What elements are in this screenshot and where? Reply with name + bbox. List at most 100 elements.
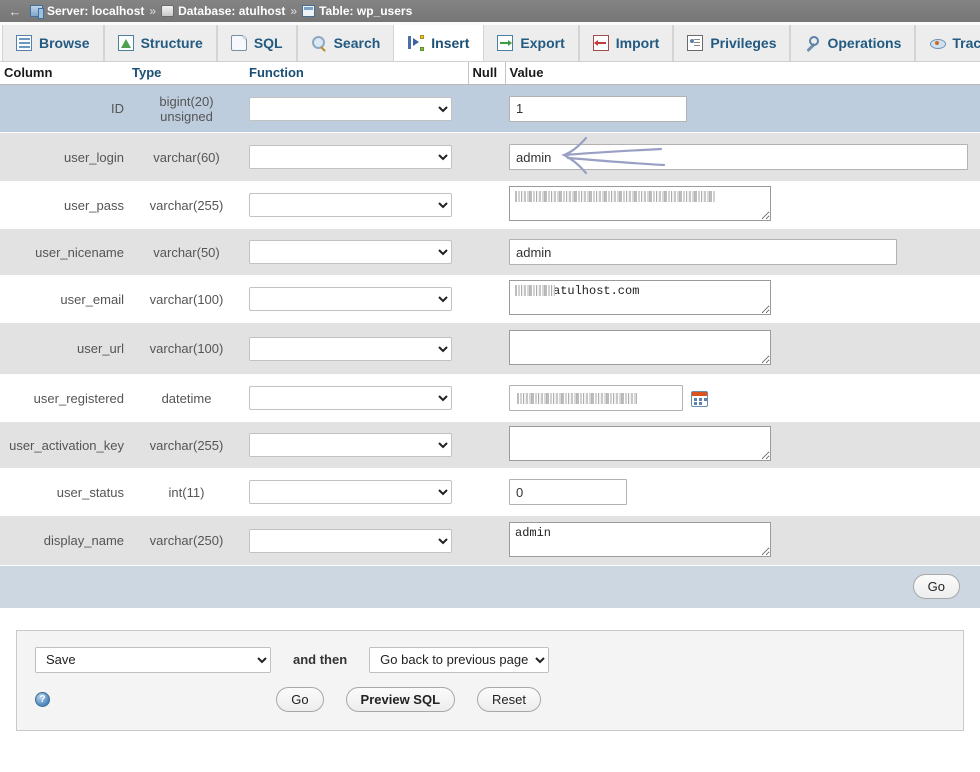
export-icon [497,35,514,51]
tab-export[interactable]: Export [483,25,579,61]
tab-privileges[interactable]: Privileges [673,25,791,61]
tab-import-label: Import [615,35,660,51]
row-function-cell [245,275,468,323]
value-textarea[interactable] [509,426,771,461]
function-select[interactable] [249,240,452,264]
after-insert-select[interactable]: Go back to previous page [369,646,550,673]
tab-operations[interactable]: Operations [790,25,916,61]
operations-icon [804,35,820,51]
row-column-type: varchar(255) [128,421,245,469]
table-row: user_activation_key varchar(255) [0,421,980,469]
table-row: user_email varchar(100) [0,275,980,323]
row-null-cell [468,515,505,566]
spacer [0,607,980,630]
value-textarea[interactable] [509,329,771,365]
table-row: user_url varchar(100) [0,322,980,375]
breadcrumb-table[interactable]: Table: wp_users [302,4,412,18]
row-column-type: int(11) [128,468,245,516]
row-column-name: user_login [0,132,128,182]
tab-browse[interactable]: Browse [2,25,104,61]
tab-insert-label: Insert [431,35,470,51]
row-null-cell [468,84,505,133]
tab-structure[interactable]: Structure [103,25,217,61]
row-column-name: display_name [0,515,128,566]
preview-sql-button[interactable]: Preview SQL [345,686,456,712]
value-input[interactable] [509,239,897,265]
calendar-icon[interactable] [691,391,708,408]
row-value-cell [505,275,980,323]
tab-insert[interactable]: Insert [394,25,484,61]
import-icon [592,35,609,51]
table-go-row: Go [0,565,980,608]
value-input[interactable] [509,95,687,122]
row-value-cell [505,421,980,469]
privileges-icon [687,35,704,51]
tracking-icon [929,35,947,51]
insert-icon [408,35,425,51]
function-select[interactable] [249,528,452,553]
function-select[interactable] [249,287,452,311]
structure-icon [117,35,134,51]
row-null-cell [468,181,505,229]
help-icon[interactable]: ? [35,691,50,707]
tab-tracking[interactable]: Tracking [915,25,980,61]
row-column-name: user_registered [0,374,128,422]
and-then-label: and then [293,652,348,667]
value-textarea[interactable] [509,521,771,557]
submit-options-row: Save and then Go back to previous page [35,646,945,673]
breadcrumb-separator: » [149,4,157,18]
redacted-content [515,285,555,296]
table-row: user_pass varchar(255) [0,181,980,229]
function-select[interactable] [249,336,452,361]
row-null-cell [468,374,505,422]
tab-browse-label: Browse [39,35,90,51]
browse-icon [16,35,32,51]
submit-go-button[interactable]: Go [276,686,324,712]
tab-export-label: Export [520,35,565,51]
tab-operations-label: Operations [827,35,902,51]
function-select[interactable] [249,386,452,410]
breadcrumb-database[interactable]: Database: atulhost [161,4,285,18]
row-column-type: varchar(250) [128,515,245,566]
value-input[interactable] [509,479,627,505]
tab-sql-label: SQL [253,35,283,51]
insert-go-button[interactable]: Go [912,574,960,600]
function-select[interactable] [249,145,452,169]
function-select[interactable] [249,433,452,457]
value-input[interactable] [509,144,968,170]
tab-sql[interactable]: SQL [216,25,297,61]
row-null-cell [468,322,505,375]
row-function-cell [245,132,468,182]
function-select[interactable] [249,193,452,217]
row-value-cell [505,374,980,422]
breadcrumb: ← Server: localhost » Database: atulhost… [0,0,980,22]
save-mode-select[interactable]: Save [35,646,271,673]
function-select[interactable] [249,480,452,504]
row-function-cell [245,468,468,516]
table-row: user_login varchar(60) [0,132,980,182]
database-icon [161,5,175,17]
header-type: Type [128,62,245,85]
tab-import[interactable]: Import [578,25,674,61]
row-function-cell [245,84,468,133]
table-row: ID bigint(20) unsigned [0,84,980,133]
reset-button[interactable]: Reset [477,686,541,712]
row-null-cell [468,468,505,516]
table-row: user_registered datetime [0,374,980,422]
tab-privileges-label: Privileges [710,35,777,51]
sql-icon [230,35,247,51]
row-function-cell [245,181,468,229]
tab-search[interactable]: Search [296,25,395,61]
tab-tracking-label: Tracking [952,35,980,51]
back-arrow-icon[interactable]: ← [4,4,30,19]
function-select[interactable] [249,96,452,121]
breadcrumb-server[interactable]: Server: localhost [30,4,144,19]
row-value-cell [505,515,980,566]
row-value-cell [505,132,980,182]
redacted-content [517,393,637,404]
row-column-type: varchar(60) [128,132,245,182]
row-column-name: user_status [0,468,128,516]
breadcrumb-table-label: Table: wp_users [319,4,413,18]
breadcrumb-separator: » [290,4,298,18]
table-row: user_status int(11) [0,468,980,516]
